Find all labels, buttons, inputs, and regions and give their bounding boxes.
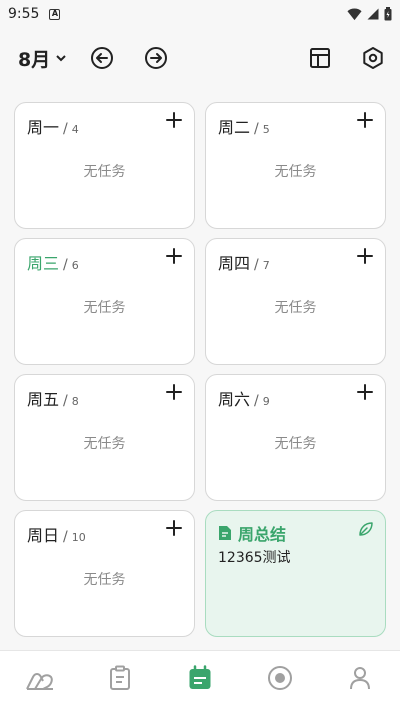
day-card-mon[interactable]: 周一/4 无任务: [14, 102, 195, 229]
plus-icon[interactable]: [355, 110, 375, 130]
day-card-sat[interactable]: 周六/9 无任务: [205, 374, 386, 501]
wifi-icon: [347, 7, 362, 20]
nav-home[interactable]: [20, 658, 60, 698]
plus-icon[interactable]: [164, 382, 184, 402]
empty-text: 无任务: [274, 164, 317, 180]
nav-tasks[interactable]: [100, 658, 140, 698]
empty-text: 无任务: [83, 164, 126, 180]
plus-icon[interactable]: [164, 246, 184, 266]
day-date: 10: [71, 531, 86, 544]
day-date: 8: [71, 395, 79, 408]
summary-content: 12365测试: [218, 550, 291, 566]
day-separator: /: [254, 257, 259, 273]
day-date: 7: [262, 259, 270, 272]
day-separator: /: [63, 257, 68, 273]
day-separator: /: [63, 121, 68, 137]
day-date: 9: [262, 395, 270, 408]
day-name: 周日: [27, 526, 60, 545]
summary-header: 周总结: [218, 521, 286, 545]
day-separator: /: [254, 121, 259, 137]
status-time: 9:55: [8, 6, 40, 22]
status-right: [347, 7, 392, 21]
notification-icon: A: [49, 8, 61, 20]
calendar-icon: [189, 665, 211, 689]
day-name: 周五: [27, 390, 60, 409]
nav-calendar[interactable]: [180, 658, 220, 698]
battery-icon: [384, 7, 392, 21]
nav-focus[interactable]: [260, 658, 300, 698]
day-header: 周六/9: [218, 386, 270, 410]
chevron-down-icon: [56, 55, 66, 62]
toolbar: 8月: [0, 38, 400, 78]
plus-icon[interactable]: [355, 382, 375, 402]
layout-button[interactable]: [306, 44, 334, 72]
status-bar: 9:55 A: [0, 0, 400, 28]
empty-text: 无任务: [274, 300, 317, 316]
day-separator: /: [63, 393, 68, 409]
settings-button[interactable]: [359, 44, 387, 72]
summary-title: 周总结: [238, 525, 287, 544]
day-header: 周二/5: [218, 114, 270, 138]
day-card-fri[interactable]: 周五/8 无任务: [14, 374, 195, 501]
month-label: 8月: [18, 49, 51, 71]
day-card-sun[interactable]: 周日/10 无任务: [14, 510, 195, 637]
day-date: 5: [262, 123, 270, 136]
empty-text: 无任务: [83, 572, 126, 588]
day-card-tue[interactable]: 周二/5 无任务: [205, 102, 386, 229]
day-date: 4: [71, 123, 79, 136]
day-header: 周三/6: [27, 250, 79, 274]
weekly-summary-card[interactable]: 周总结 12365测试: [205, 510, 386, 637]
focus-icon: [268, 666, 292, 690]
month-selector[interactable]: 8月: [18, 45, 66, 72]
day-header: 周一/4: [27, 114, 79, 138]
day-card-wed[interactable]: 周三/6 无任务: [14, 238, 195, 365]
day-name: 周一: [27, 118, 60, 137]
clipboard-icon: [110, 665, 130, 690]
day-name: 周六: [218, 390, 251, 409]
day-separator: /: [254, 393, 259, 409]
day-name: 周四: [218, 254, 251, 273]
empty-text: 无任务: [83, 436, 126, 452]
day-separator: /: [63, 529, 68, 545]
signal-icon: [367, 8, 379, 20]
settings-icon: [363, 47, 383, 69]
previous-week-button[interactable]: [88, 44, 116, 72]
day-name: 周二: [218, 118, 251, 137]
week-grid: 周一/4 无任务 周二/5 无任务 周三/6 无任务 周四/7 无任务 周五/8…: [14, 102, 386, 637]
document-icon: [219, 526, 231, 540]
day-header: 周四/7: [218, 250, 270, 274]
day-card-thu[interactable]: 周四/7 无任务: [205, 238, 386, 365]
layout-icon: [310, 48, 330, 68]
day-header: 周五/8: [27, 386, 79, 410]
day-name: 周三: [27, 254, 60, 273]
arrow-right-circle-icon: [145, 47, 167, 69]
plus-icon[interactable]: [355, 246, 375, 266]
empty-text: 无任务: [83, 300, 126, 316]
arrow-left-circle-icon: [91, 47, 113, 69]
plus-icon[interactable]: [164, 110, 184, 130]
bottom-navigation: [0, 650, 400, 711]
leaf-pen-icon[interactable]: [357, 520, 375, 538]
next-week-button[interactable]: [142, 44, 170, 72]
home-icon: [26, 673, 53, 690]
day-date: 6: [71, 259, 79, 272]
empty-text: 无任务: [274, 436, 317, 452]
plus-icon[interactable]: [164, 518, 184, 538]
profile-icon: [350, 667, 370, 690]
nav-profile[interactable]: [340, 658, 380, 698]
day-header: 周日/10: [27, 522, 86, 546]
